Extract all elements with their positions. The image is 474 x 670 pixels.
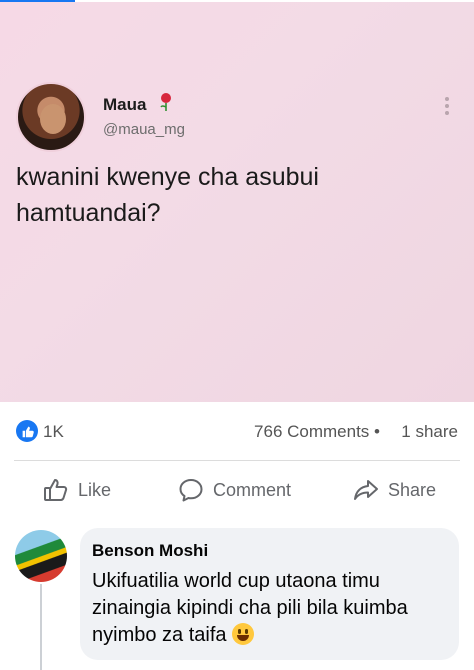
share-button[interactable]: Share (352, 468, 436, 512)
comment-bubble[interactable]: Benson Moshi Ukifuatilia world cup utaon… (80, 528, 459, 660)
grinning-face-emoji-icon (232, 623, 255, 645)
author-name[interactable]: Maua (103, 95, 146, 115)
commenter-name[interactable]: Benson Moshi (92, 541, 208, 561)
author-handle: @maua_mg (103, 121, 185, 138)
comments-count-text[interactable]: 766 Comments (254, 422, 369, 441)
shared-image-post[interactable]: Maua @maua_mg kwanini kwenye cha asubui … (0, 2, 474, 402)
post-stats: 1K 766 Comments • 1 share (0, 412, 474, 452)
comment-icon (179, 479, 203, 502)
thread-line (40, 584, 42, 670)
commenter-avatar[interactable] (15, 530, 67, 582)
stats-separator: • (374, 422, 380, 441)
comment-label: Comment (213, 479, 292, 500)
avatar-face (40, 104, 66, 134)
share-count[interactable]: 1 share (401, 422, 458, 442)
share-label: Share (388, 479, 437, 500)
more-options-icon[interactable] (440, 94, 454, 118)
comment-text: Ukifuatilia world cup utaona timu zinain… (92, 568, 452, 649)
comment-section: Benson Moshi Ukifuatilia world cup utaon… (0, 522, 474, 670)
like-button[interactable]: Like (42, 468, 111, 512)
like-badge-icon[interactable] (16, 420, 38, 442)
rose-icon (160, 93, 171, 111)
author-avatar[interactable] (16, 82, 86, 152)
like-label: Like (78, 479, 112, 500)
comment-button[interactable]: Comment (177, 468, 291, 512)
comments-count[interactable]: 766 Comments • (254, 422, 380, 442)
post-text: kwanini kwenye cha asubui hamtuandai? (16, 163, 319, 227)
like-count[interactable]: 1K (43, 422, 64, 442)
divider (14, 460, 460, 461)
post-actions: Like Comment Share (0, 468, 474, 512)
share-icon (354, 480, 378, 500)
thumbs-up-icon (44, 479, 68, 501)
